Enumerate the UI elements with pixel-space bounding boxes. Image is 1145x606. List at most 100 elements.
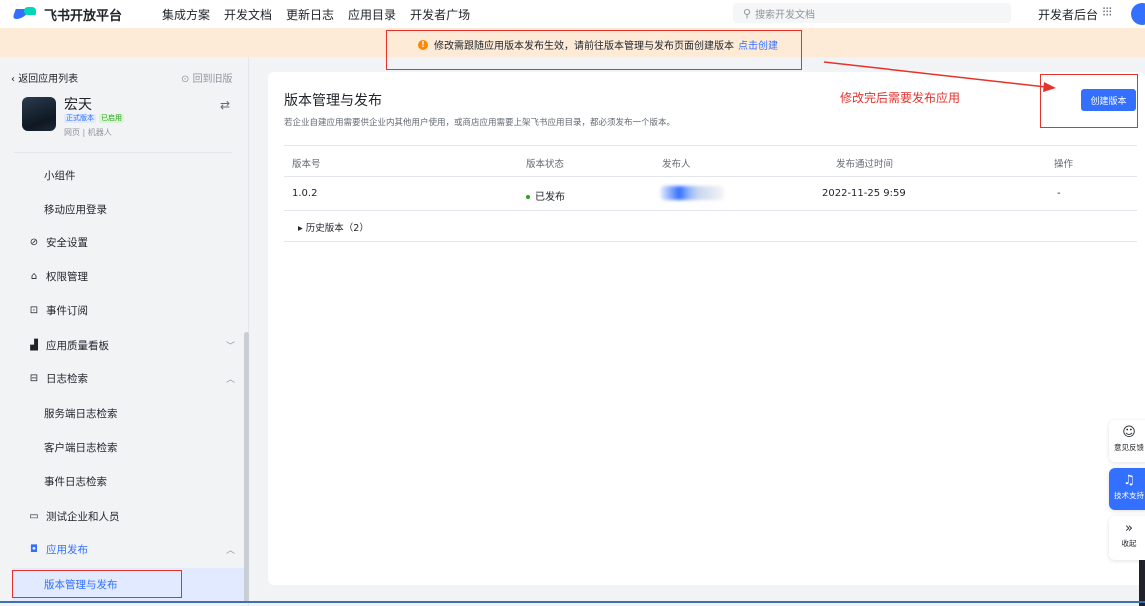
chevron-up-icon: ︿ (226, 546, 236, 556)
cell-time: 2022-11-25 9:59 (822, 188, 906, 199)
table-row: 1.0.2 已发布 2022-11-25 9:59 - (284, 177, 1137, 211)
sidebar-item-label: 应用质量看板 (46, 340, 109, 352)
chevron-up-icon: ︿ (226, 375, 236, 385)
search-icon: ⚲ (743, 6, 752, 20)
app-name: 宏天 (64, 97, 92, 113)
search-input[interactable]: ⚲ 搜索开发文档 (733, 3, 1011, 23)
status-badge: 已启用 (99, 114, 124, 123)
nav-link-developer-square[interactable]: 开发者广场 (410, 6, 470, 23)
lock-icon: ⌂ (30, 271, 38, 282)
sidebar-item-label: 小组件 (44, 170, 76, 182)
nav-links: 集成方案 开发文档 更新日志 应用目录 开发者广场 (148, 6, 484, 23)
status-dot-icon (526, 195, 530, 199)
shield-icon: ⊘ (29, 237, 39, 248)
search-log-icon: ⊟ (29, 373, 39, 384)
notice-create-link[interactable]: 点击创建 (738, 37, 778, 52)
sidebar-item-label: 安全设置 (46, 237, 88, 249)
chart-icon: ▟ (30, 340, 38, 351)
collapse-button[interactable]: » 收起 (1109, 516, 1145, 560)
header-status: 版本状态 (526, 159, 565, 170)
search-placeholder: 搜索开发文档 (755, 9, 816, 21)
sidebar-item-label: 事件日志检索 (44, 476, 107, 488)
feedback-label: 意见反馈 (1114, 443, 1144, 452)
app-grid-icon[interactable]: ⁝⁝⁝ (1102, 5, 1112, 20)
sidebar-item-widget[interactable]: 小组件 (0, 159, 248, 192)
cell-status: 已发布 (526, 188, 565, 203)
sidebar-item-permissions[interactable]: ⌂ 权限管理 (0, 260, 248, 293)
app-capabilities: 网页 | 机器人 (64, 128, 112, 137)
publisher-avatar-blurred (660, 186, 724, 200)
caret-right-icon: ▸ (298, 223, 306, 234)
logo[interactable]: 飞书开放平台 (14, 5, 148, 24)
bottom-border (0, 601, 1145, 603)
window-edge (1139, 560, 1145, 606)
sidebar-highlight-box (12, 570, 182, 598)
table-header: 版本号 版本状态 发布人 发布通过时间 操作 (284, 145, 1137, 177)
support-button[interactable]: ♫ 技术支持 (1109, 468, 1145, 510)
test-icon: ▭ (29, 511, 39, 522)
brand-name: 飞书开放平台 (44, 8, 123, 24)
sidebar-item-label: 权限管理 (46, 271, 88, 283)
sidebar: ‹ 返回应用列表 ⊙ 回到旧版 宏天 ⇄ 正式版本 已启用 网页 | 机器人 小… (0, 57, 249, 606)
publish-icon: ◘ (30, 544, 38, 555)
sidebar-item-quality-dashboard[interactable]: ▟ 应用质量看板 ﹀ (0, 329, 248, 362)
restore-old-version[interactable]: ⊙ 回到旧版 (181, 70, 233, 85)
version-badge: 正式版本 (64, 114, 96, 123)
headset-icon: ♫ (1123, 473, 1135, 488)
header-publisher: 发布人 (662, 159, 691, 170)
sidebar-item-security[interactable]: ⊘ 安全设置 (0, 226, 248, 259)
chevron-down-icon: ﹀ (226, 342, 236, 352)
sidebar-scrollbar[interactable] (244, 332, 249, 602)
warning-icon: ! (418, 39, 428, 50)
nav-link-docs[interactable]: 开发文档 (224, 6, 272, 23)
page-title: 版本管理与发布 (284, 93, 382, 109)
cell-action: - (1057, 188, 1061, 199)
sidebar-item-events[interactable]: ⊡ 事件订阅 (0, 294, 248, 327)
sidebar-item-mobile-login[interactable]: 移动应用登录 (0, 193, 248, 226)
sidebar-item-log-search[interactable]: ⊟ 日志检索 ︿ (0, 362, 248, 395)
notice-text: 修改需跟随应用版本发布生效，请前往版本管理与发布页面创建版本 (434, 41, 734, 52)
sidebar-item-label: 客户端日志检索 (44, 442, 118, 454)
nav-link-app-directory[interactable]: 应用目录 (348, 6, 396, 23)
divider (14, 152, 232, 153)
history-label: 历史版本（2） (305, 223, 369, 234)
nav-link-changelog[interactable]: 更新日志 (286, 6, 334, 23)
collapse-label: 收起 (1121, 539, 1137, 548)
sidebar-item-client-log[interactable]: 客户端日志检索 (0, 431, 248, 464)
header-version: 版本号 (292, 159, 321, 170)
cell-version: 1.0.2 (292, 188, 318, 199)
smile-icon: ☺ (1122, 425, 1136, 440)
sidebar-item-app-publish[interactable]: ◘ 应用发布 ︿ (0, 533, 248, 566)
nav-link-solutions[interactable]: 集成方案 (162, 6, 210, 23)
restore-label: 回到旧版 (192, 74, 233, 85)
page-description: 若企业自建应用需要供企业内其他用户使用，或商店应用需要上架飞书应用目录，都必须发… (284, 118, 676, 128)
header-actions: 操作 (1054, 159, 1074, 170)
header-publish-time: 发布通过时间 (836, 159, 894, 170)
sidebar-item-event-log[interactable]: 事件日志检索 (0, 465, 248, 498)
feedback-button[interactable]: ☺ 意见反馈 (1109, 420, 1145, 462)
dev-console-link[interactable]: 开发者后台 (1038, 6, 1098, 23)
sidebar-item-label: 测试企业和人员 (46, 511, 120, 523)
back-label: 返回应用列表 (18, 74, 79, 85)
sidebar-item-label: 移动应用登录 (44, 204, 107, 216)
switch-app-icon[interactable]: ⇄ (220, 98, 230, 112)
create-version-button[interactable]: 创建版本 (1081, 89, 1136, 111)
notice-message: ! 修改需跟随应用版本发布生效，请前往版本管理与发布页面创建版本 点击创建 (418, 37, 778, 52)
sidebar-item-label: 日志检索 (46, 373, 88, 385)
sidebar-item-label: 应用发布 (46, 544, 88, 556)
app-badges: 正式版本 已启用 (64, 114, 127, 123)
history-toggle[interactable]: ▸ 历史版本（2） (298, 220, 369, 234)
support-label: 技术支持 (1114, 491, 1144, 500)
sidebar-item-server-log[interactable]: 服务端日志检索 (0, 397, 248, 430)
back-to-app-list[interactable]: ‹ 返回应用列表 (11, 70, 78, 85)
annotation-text: 修改完后需要发布应用 (840, 91, 961, 105)
double-chevron-icon: » (1125, 521, 1133, 536)
status-text: 已发布 (535, 192, 565, 203)
sidebar-item-test-users[interactable]: ▭ 测试企业和人员 (0, 500, 248, 533)
sidebar-item-label: 服务端日志检索 (44, 408, 118, 420)
history-row[interactable]: ▸ 历史版本（2） (284, 211, 1137, 242)
sidebar-item-label: 事件订阅 (46, 305, 88, 317)
feishu-logo-icon (14, 7, 40, 21)
app-avatar (22, 97, 56, 131)
event-icon: ⊡ (29, 305, 39, 316)
